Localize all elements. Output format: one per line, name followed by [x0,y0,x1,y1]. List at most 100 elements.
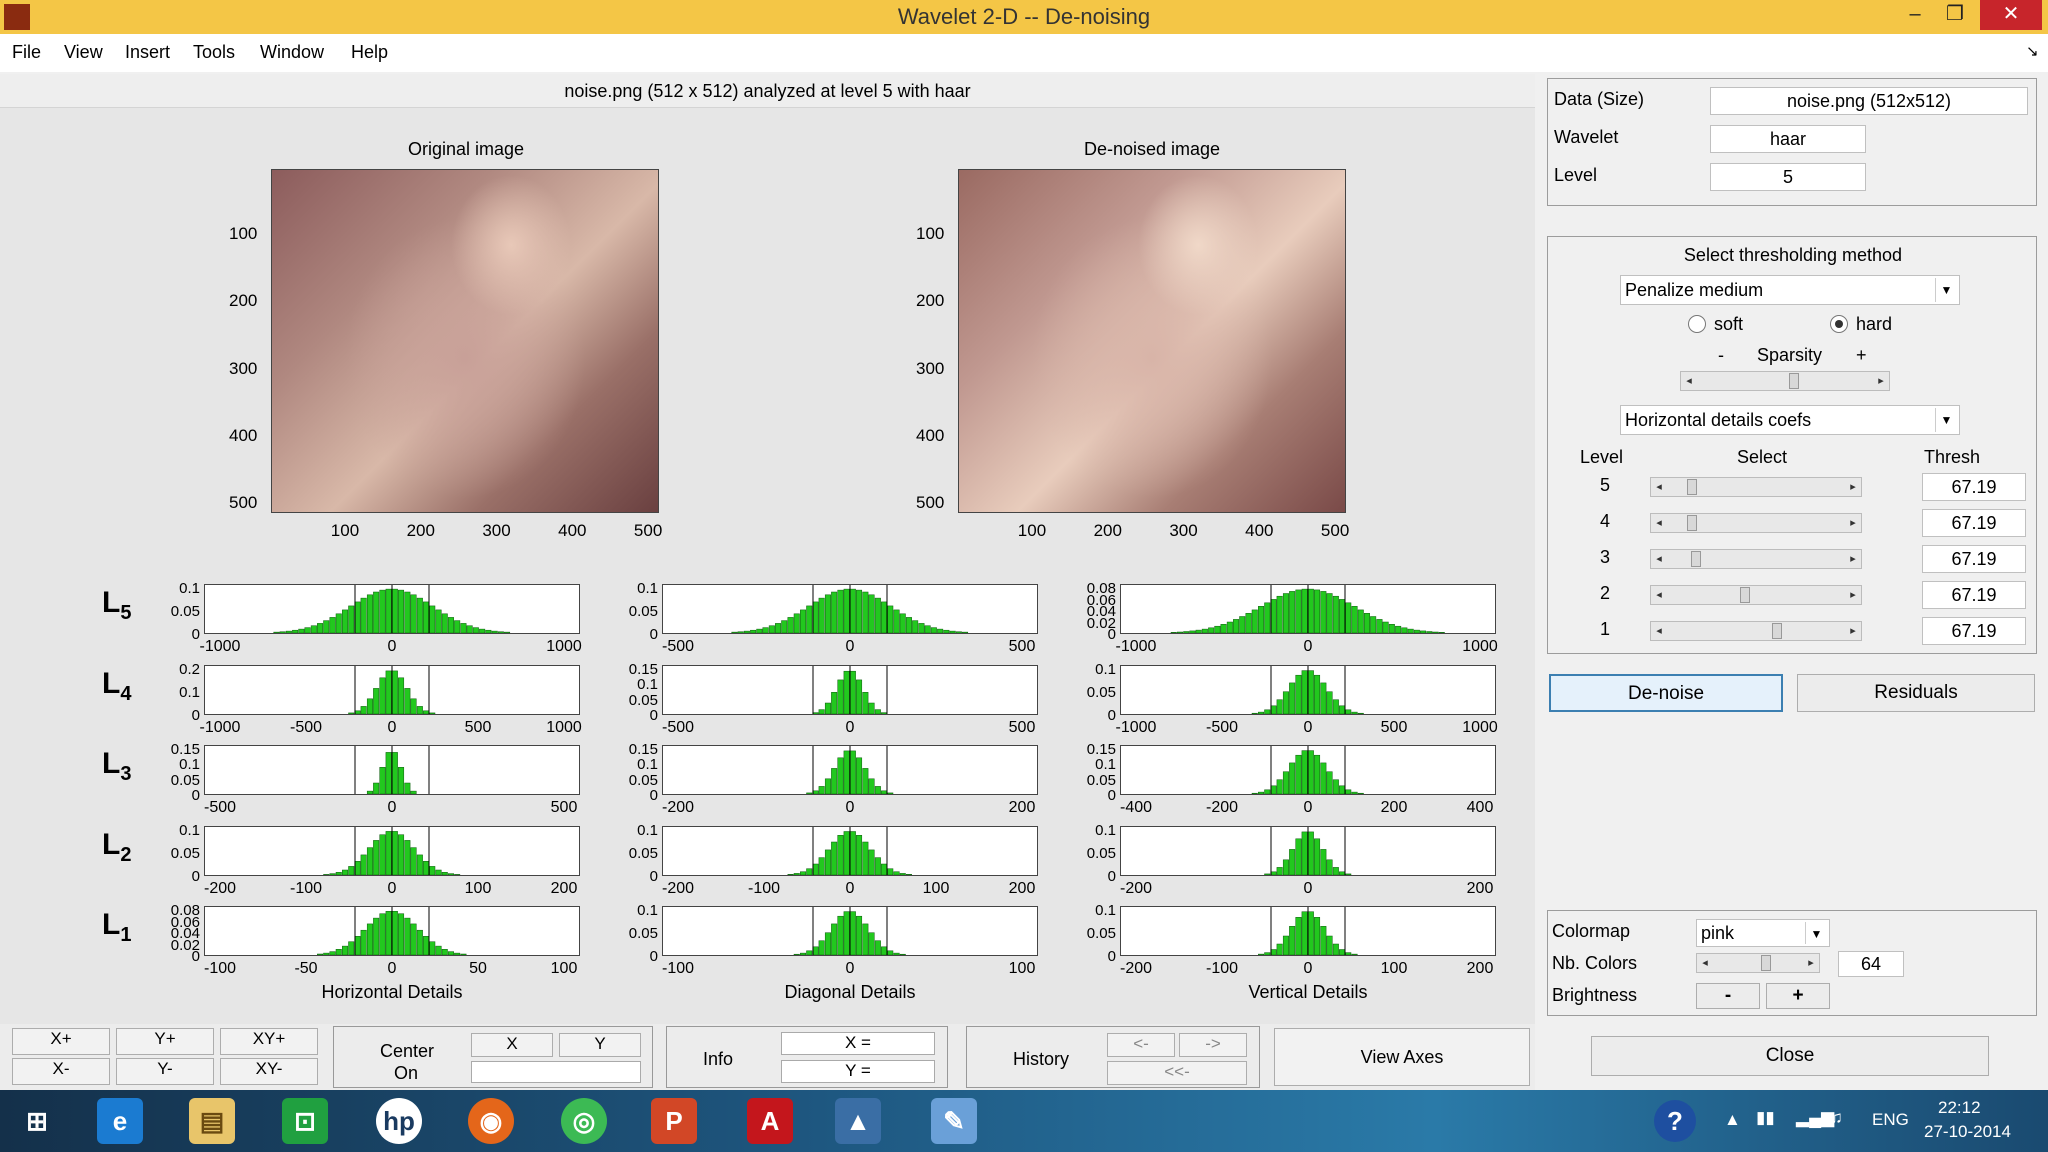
tray-expand-icon[interactable]: ▲ [1724,1110,1741,1130]
slider-left-arrow-icon[interactable]: ◂ [1651,514,1667,532]
level-thresh-field[interactable]: 67.19 [1922,473,2026,501]
y-minus-button[interactable]: Y- [116,1058,214,1085]
slider-right-arrow-icon[interactable]: ▸ [1803,954,1819,972]
original-image[interactable] [271,169,659,513]
level-threshold-slider[interactable]: ◂ ▸ [1650,513,1862,533]
slider-right-arrow-icon[interactable]: ▸ [1845,586,1861,604]
level-thresh-field[interactable]: 67.19 [1922,545,2026,573]
help-icon[interactable]: ? [1654,1100,1696,1142]
xy-plus-button[interactable]: XY+ [220,1028,318,1055]
level-slider-thumb[interactable] [1772,623,1782,639]
menu-help[interactable]: Help [351,42,388,63]
level-slider-thumb[interactable] [1691,551,1701,567]
slider-left-arrow-icon[interactable]: ◂ [1651,478,1667,496]
slider-left-arrow-icon[interactable]: ◂ [1651,622,1667,640]
colormap-select[interactable]: pink ▼ [1696,919,1830,947]
center-value-field[interactable] [471,1061,641,1083]
signal-icon[interactable]: ▂▄▆ [1796,1108,1834,1128]
level-slider-thumb[interactable] [1687,515,1697,531]
paint-icon[interactable]: ✎ [931,1098,977,1144]
slider-left-arrow-icon[interactable]: ◂ [1651,550,1667,568]
y-plus-button[interactable]: Y+ [116,1028,214,1055]
brightness-minus-button[interactable]: - [1696,983,1760,1009]
menu-insert[interactable]: Insert [125,42,170,63]
slider-right-arrow-icon[interactable]: ▸ [1845,514,1861,532]
matlab-icon[interactable]: ▲ [835,1098,881,1144]
menu-file[interactable]: File [12,42,41,63]
windows-start-icon[interactable]: ⊞ [14,1098,60,1144]
histogram-plot[interactable] [662,826,1038,876]
histogram-plot[interactable] [662,584,1038,634]
volume-icon[interactable]: ♫ [1830,1108,1843,1128]
slider-right-arrow-icon[interactable]: ▸ [1845,478,1861,496]
coefs-type-select[interactable]: Horizontal details coefs ▼ [1620,405,1960,435]
center-y-button[interactable]: Y [559,1033,641,1057]
nb-colors-slider-thumb[interactable] [1761,955,1771,971]
level-slider-thumb[interactable] [1740,587,1750,603]
sparsity-slider[interactable]: ◂ ▸ [1680,371,1890,391]
hp-icon[interactable]: hp [376,1098,422,1144]
histogram-plot[interactable] [662,745,1038,795]
slider-left-arrow-icon[interactable]: ◂ [1681,372,1697,390]
firefox-icon[interactable]: ◉ [468,1098,514,1144]
file-explorer-icon[interactable]: ▤ [189,1098,235,1144]
chrome-icon[interactable]: ◎ [561,1098,607,1144]
slider-left-arrow-icon[interactable]: ◂ [1651,586,1667,604]
histogram-plot[interactable] [1120,826,1496,876]
close-window-button[interactable]: ✕ [1980,0,2042,30]
histogram-plot[interactable] [1120,665,1496,715]
nb-colors-slider[interactable]: ◂ ▸ [1696,953,1820,973]
clock-date[interactable]: 27-10-2014 [1924,1122,2011,1142]
x-plus-button[interactable]: X+ [12,1028,110,1055]
slider-right-arrow-icon[interactable]: ▸ [1845,550,1861,568]
level-thresh-field[interactable]: 67.19 [1922,581,2026,609]
slider-right-arrow-icon[interactable]: ▸ [1845,622,1861,640]
menu-window[interactable]: Window [260,42,324,63]
nb-colors-field[interactable]: 64 [1838,951,1904,977]
language-indicator[interactable]: ENG [1872,1110,1909,1130]
dock-arrow-icon[interactable]: ↘ [2026,42,2039,60]
restore-button[interactable]: ❐ [1932,0,1978,30]
sparsity-slider-thumb[interactable] [1789,373,1799,389]
close-button[interactable]: Close [1591,1036,1989,1076]
level-thresh-field[interactable]: 67.19 [1922,509,2026,537]
internet-explorer-icon[interactable]: e [97,1098,143,1144]
store-icon[interactable]: ⊡ [282,1098,328,1144]
histogram-plot[interactable] [1120,906,1496,956]
soft-radio[interactable] [1688,315,1706,333]
histogram-plot[interactable] [662,665,1038,715]
histogram-plot[interactable] [204,906,580,956]
level-slider-thumb[interactable] [1687,479,1697,495]
level-thresh-field[interactable]: 67.19 [1922,617,2026,645]
xy-minus-button[interactable]: XY- [220,1058,318,1085]
residuals-button[interactable]: Residuals [1797,674,2035,712]
histogram-plot[interactable] [662,906,1038,956]
center-x-button[interactable]: X [471,1033,553,1057]
view-axes-button[interactable]: View Axes [1274,1028,1530,1086]
brightness-plus-button[interactable]: + [1766,983,1830,1009]
network-icon[interactable]: ▮▮ [1756,1108,1775,1128]
powerpoint-icon[interactable]: P [651,1098,697,1144]
histogram-plot[interactable] [204,745,580,795]
x-minus-button[interactable]: X- [12,1058,110,1085]
histogram-plot[interactable] [204,665,580,715]
level-threshold-slider[interactable]: ◂ ▸ [1650,585,1862,605]
hard-radio[interactable] [1830,315,1848,333]
slider-right-arrow-icon[interactable]: ▸ [1873,372,1889,390]
acrobat-icon[interactable]: A [747,1098,793,1144]
level-threshold-slider[interactable]: ◂ ▸ [1650,621,1862,641]
menu-view[interactable]: View [64,42,103,63]
threshold-method-select[interactable]: Penalize medium ▼ [1620,275,1960,305]
histogram-plot[interactable] [204,584,580,634]
denoised-image[interactable] [958,169,1346,513]
history-forward-button[interactable]: -> [1179,1033,1247,1057]
histogram-plot[interactable] [1120,584,1496,634]
clock-time[interactable]: 22:12 [1938,1098,1981,1118]
histogram-plot[interactable] [1120,745,1496,795]
history-first-button[interactable]: <<- [1107,1061,1247,1085]
slider-left-arrow-icon[interactable]: ◂ [1697,954,1713,972]
menu-tools[interactable]: Tools [193,42,235,63]
level-threshold-slider[interactable]: ◂ ▸ [1650,549,1862,569]
histogram-plot[interactable] [204,826,580,876]
history-back-button[interactable]: <- [1107,1033,1175,1057]
